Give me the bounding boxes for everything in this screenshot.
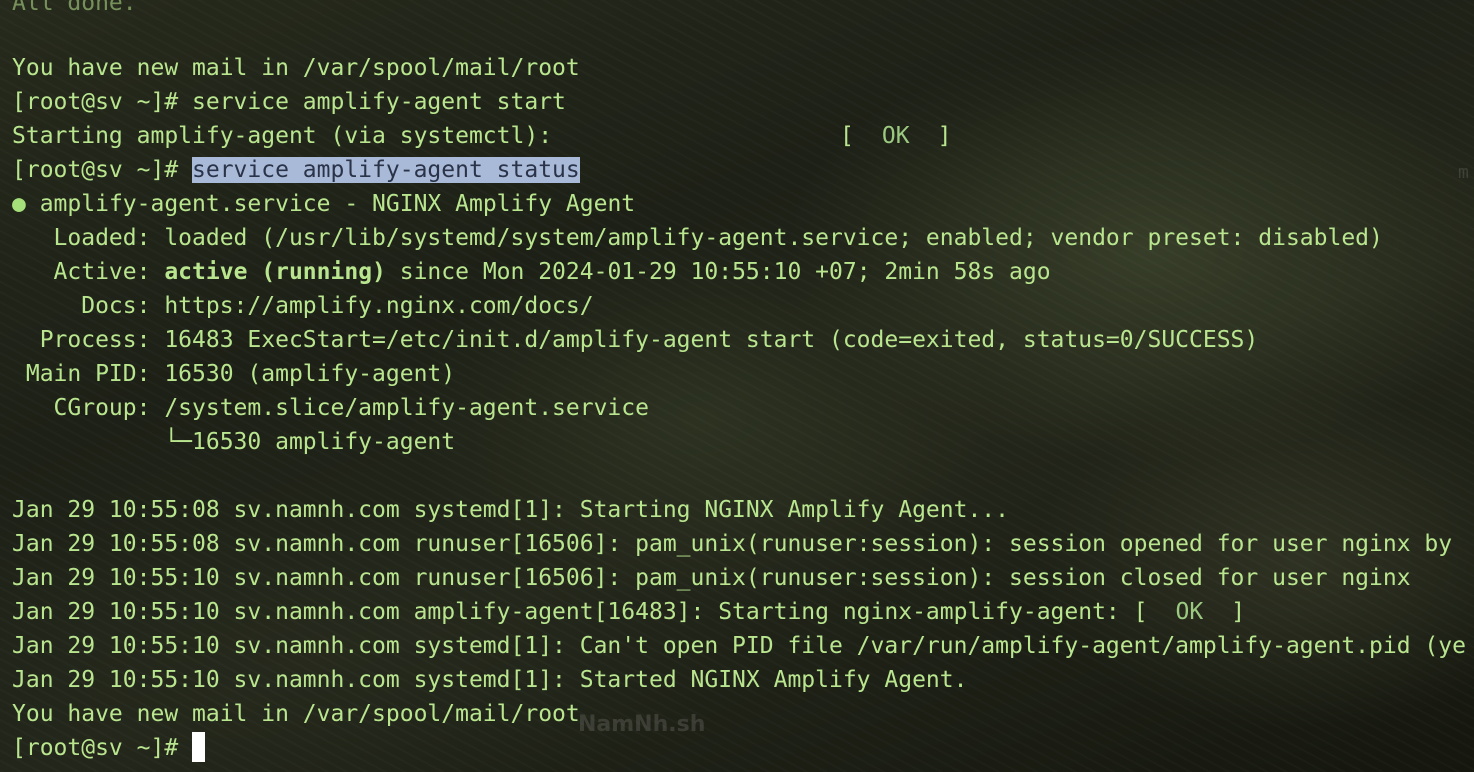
- log-text: Jan 29 10:55:10 sv.namnh.com amplify-age…: [12, 599, 1134, 625]
- command-text: service amplify-agent start: [192, 89, 566, 115]
- starting-text: Starting amplify-agent (via systemctl):: [12, 123, 553, 149]
- ok-bracket-close: ]: [1231, 599, 1246, 625]
- docs-line: Docs: https://amplify.nginx.com/docs/: [12, 293, 594, 319]
- cgroup-line: CGroup: /system.slice/amplify-agent.serv…: [12, 395, 649, 421]
- output-line-all-done: All done.: [12, 0, 137, 16]
- text-cursor[interactable]: [192, 732, 206, 762]
- log-line: Jan 29 10:55:10 sv.namnh.com runuser[165…: [12, 565, 1411, 591]
- output-line-starting: Starting amplify-agent (via systemctl): […: [12, 119, 951, 153]
- terminal-window[interactable]: m NamNh.sh All done. You have new mail i…: [0, 0, 1474, 772]
- log-line-ok: Jan 29 10:55:10 sv.namnh.com amplify-age…: [12, 595, 1245, 629]
- cgroup-child-line: └─16530 amplify-agent: [12, 429, 456, 455]
- log-line: Jan 29 10:55:10 sv.namnh.com systemd[1]:…: [12, 667, 968, 693]
- service-title: amplify-agent.service - NGINX Amplify Ag…: [25, 191, 636, 217]
- ok-bracket-open: [: [840, 123, 854, 149]
- selected-command-text[interactable]: service amplify-agent status: [192, 157, 580, 183]
- output-line-mail-notice: You have new mail in /var/spool/mail/roo…: [12, 55, 580, 81]
- service-header-line: ● amplify-agent.service - NGINX Amplify …: [12, 187, 635, 221]
- log-line: Jan 29 10:55:08 sv.namnh.com systemd[1]:…: [12, 497, 1009, 523]
- ok-bracket-open: [: [1133, 599, 1148, 625]
- ok-bracket-close: ]: [937, 123, 952, 149]
- ok-text: OK: [1175, 599, 1204, 625]
- shell-prompt: [root@sv ~]#: [12, 735, 193, 761]
- shell-prompt: [root@sv ~]#: [12, 157, 193, 183]
- command-line-current[interactable]: [root@sv ~]#: [12, 731, 206, 765]
- loaded-line: Loaded: loaded (/usr/lib/systemd/system/…: [12, 225, 1383, 251]
- status-dot-icon: ●: [12, 191, 26, 217]
- active-state: active (running): [164, 259, 386, 285]
- log-line: Jan 29 10:55:08 sv.namnh.com runuser[165…: [12, 531, 1453, 557]
- process-line: Process: 16483 ExecStart=/etc/init.d/amp…: [12, 327, 1259, 353]
- shell-prompt: [root@sv ~]#: [12, 89, 193, 115]
- status-ok-badge: [ OK]: [840, 119, 951, 153]
- active-line: Active: active (running) since Mon 2024-…: [12, 255, 1051, 289]
- active-since: since Mon 2024-01-29 10:55:10 +07; 2min …: [385, 259, 1051, 285]
- command-line-status: [root@sv ~]# service amplify-agent statu…: [12, 153, 580, 187]
- main-pid-line: Main PID: 16530 (amplify-agent): [12, 361, 456, 387]
- status-ok-badge: [ OK]: [1134, 599, 1245, 625]
- active-label: Active:: [12, 259, 165, 285]
- terminal-output[interactable]: All done. You have new mail in /var/spoo…: [12, 0, 1474, 772]
- log-line: Jan 29 10:55:10 sv.namnh.com systemd[1]:…: [12, 633, 1466, 659]
- ok-text: OK: [881, 123, 910, 149]
- command-line-start: [root@sv ~]# service amplify-agent start: [12, 85, 566, 119]
- output-line-mail-notice: You have new mail in /var/spool/mail/roo…: [12, 701, 580, 727]
